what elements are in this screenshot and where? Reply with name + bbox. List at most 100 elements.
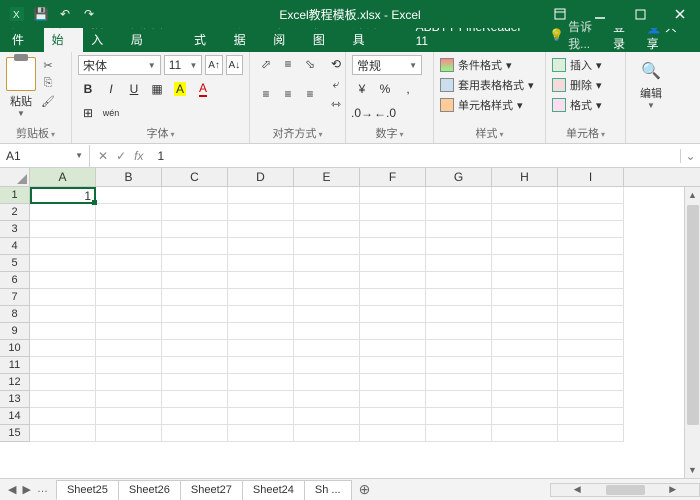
- cell-C4[interactable]: [162, 238, 228, 255]
- cell-G14[interactable]: [426, 408, 492, 425]
- format-cells-button[interactable]: 格式 ▾: [552, 95, 619, 115]
- row-header-3[interactable]: 3: [0, 221, 30, 238]
- cell-B5[interactable]: [96, 255, 162, 272]
- cell-B15[interactable]: [96, 425, 162, 442]
- col-header-I[interactable]: I: [558, 168, 624, 186]
- cell-C3[interactable]: [162, 221, 228, 238]
- row-header-8[interactable]: 8: [0, 306, 30, 323]
- undo-icon[interactable]: ↶: [56, 5, 74, 23]
- cell-G6[interactable]: [426, 272, 492, 289]
- cell-A14[interactable]: [30, 408, 96, 425]
- tab-nav-next-icon[interactable]: ▶: [22, 483, 30, 496]
- cell-D8[interactable]: [228, 306, 294, 323]
- merge-icon[interactable]: ⇿: [326, 95, 346, 113]
- cell-C10[interactable]: [162, 340, 228, 357]
- cell-I4[interactable]: [558, 238, 624, 255]
- border-button[interactable]: ▦: [147, 79, 167, 99]
- delete-cells-button[interactable]: 删除 ▾: [552, 75, 619, 95]
- row-header-5[interactable]: 5: [0, 255, 30, 272]
- underline-button[interactable]: U: [124, 79, 144, 99]
- phonetic-button[interactable]: wén: [101, 103, 121, 123]
- cell-F12[interactable]: [360, 374, 426, 391]
- wrap-text-icon[interactable]: ⤶: [326, 75, 346, 93]
- cell-B11[interactable]: [96, 357, 162, 374]
- decrease-font-icon[interactable]: A↓: [226, 55, 243, 75]
- cell-E10[interactable]: [294, 340, 360, 357]
- cell-C14[interactable]: [162, 408, 228, 425]
- cell-H10[interactable]: [492, 340, 558, 357]
- paste-icon[interactable]: [6, 57, 36, 91]
- name-box[interactable]: A1▼: [0, 145, 90, 167]
- cell-F3[interactable]: [360, 221, 426, 238]
- cell-C7[interactable]: [162, 289, 228, 306]
- number-format-combo[interactable]: 常规▼: [352, 55, 422, 75]
- horizontal-scrollbar[interactable]: ◀ ▶: [550, 483, 700, 497]
- cell-E8[interactable]: [294, 306, 360, 323]
- col-header-F[interactable]: F: [360, 168, 426, 186]
- cell-I9[interactable]: [558, 323, 624, 340]
- cell-F15[interactable]: [360, 425, 426, 442]
- cell-C5[interactable]: [162, 255, 228, 272]
- align-middle-icon[interactable]: ≡: [278, 55, 298, 73]
- cell-E3[interactable]: [294, 221, 360, 238]
- cell-C8[interactable]: [162, 306, 228, 323]
- redo-icon[interactable]: ↷: [80, 5, 98, 23]
- cell-G13[interactable]: [426, 391, 492, 408]
- cell-I10[interactable]: [558, 340, 624, 357]
- cell-B8[interactable]: [96, 306, 162, 323]
- font-name-combo[interactable]: 宋体▼: [78, 55, 161, 75]
- cell-C1[interactable]: [162, 187, 228, 204]
- maximize-icon[interactable]: [620, 0, 660, 28]
- cell-D3[interactable]: [228, 221, 294, 238]
- row-header-2[interactable]: 2: [0, 204, 30, 221]
- cell-A7[interactable]: [30, 289, 96, 306]
- cell-B1[interactable]: [96, 187, 162, 204]
- cell-D9[interactable]: [228, 323, 294, 340]
- cell-C2[interactable]: [162, 204, 228, 221]
- cell-D2[interactable]: [228, 204, 294, 221]
- cell-E6[interactable]: [294, 272, 360, 289]
- cell-E1[interactable]: [294, 187, 360, 204]
- cell-E11[interactable]: [294, 357, 360, 374]
- col-header-D[interactable]: D: [228, 168, 294, 186]
- comma-icon[interactable]: ,: [398, 79, 418, 99]
- tab-nav-menu-icon[interactable]: …: [37, 483, 48, 496]
- cell-I5[interactable]: [558, 255, 624, 272]
- tab-nav-prev-icon[interactable]: ◀: [8, 483, 16, 496]
- cell-H14[interactable]: [492, 408, 558, 425]
- row-header-6[interactable]: 6: [0, 272, 30, 289]
- cell-E14[interactable]: [294, 408, 360, 425]
- cell-B6[interactable]: [96, 272, 162, 289]
- cell-H3[interactable]: [492, 221, 558, 238]
- scroll-right-icon[interactable]: ▶: [647, 482, 700, 498]
- cell-G12[interactable]: [426, 374, 492, 391]
- cell-A3[interactable]: [30, 221, 96, 238]
- cell-C13[interactable]: [162, 391, 228, 408]
- cell-I11[interactable]: [558, 357, 624, 374]
- close-icon[interactable]: [660, 0, 700, 28]
- cell-I1[interactable]: [558, 187, 624, 204]
- new-sheet-icon[interactable]: ⊕: [351, 481, 379, 498]
- conditional-format-button[interactable]: 条件格式 ▾: [440, 55, 539, 75]
- fx-icon[interactable]: fx: [134, 149, 143, 163]
- align-center-icon[interactable]: ≡: [278, 85, 298, 103]
- enter-formula-icon[interactable]: ✓: [116, 149, 126, 163]
- cell-B9[interactable]: [96, 323, 162, 340]
- cell-I7[interactable]: [558, 289, 624, 306]
- col-header-H[interactable]: H: [492, 168, 558, 186]
- cell-A11[interactable]: [30, 357, 96, 374]
- cell-F11[interactable]: [360, 357, 426, 374]
- orientation-icon[interactable]: ⟲: [326, 55, 346, 73]
- font-color-button[interactable]: A: [193, 79, 213, 99]
- cell-E7[interactable]: [294, 289, 360, 306]
- cell-D4[interactable]: [228, 238, 294, 255]
- row-header-10[interactable]: 10: [0, 340, 30, 357]
- cell-E15[interactable]: [294, 425, 360, 442]
- format-painter-icon[interactable]: 🖌: [40, 93, 56, 109]
- cell-F4[interactable]: [360, 238, 426, 255]
- cell-D6[interactable]: [228, 272, 294, 289]
- cell-I2[interactable]: [558, 204, 624, 221]
- select-all-corner[interactable]: [0, 168, 30, 186]
- table-format-button[interactable]: 套用表格格式 ▾: [440, 75, 539, 95]
- row-header-1[interactable]: 1: [0, 187, 30, 204]
